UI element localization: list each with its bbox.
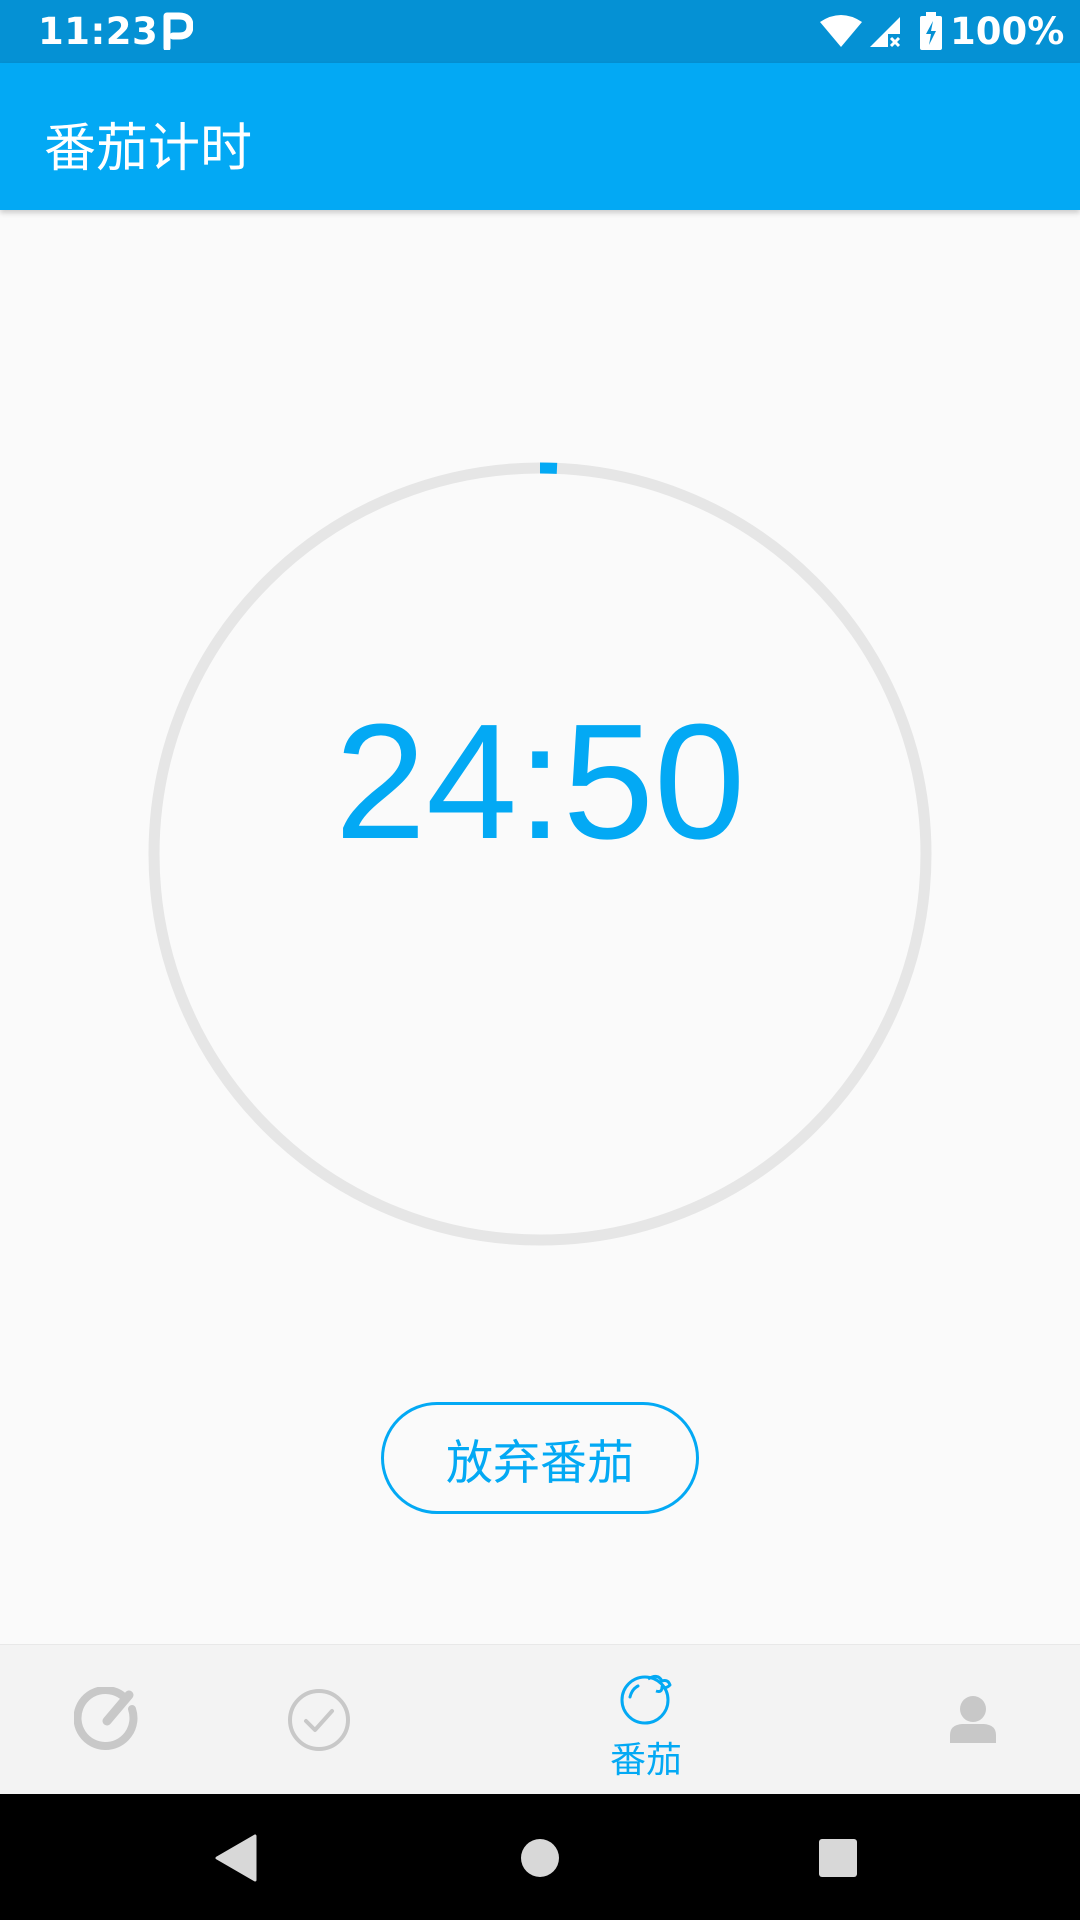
nav-item-tasks[interactable] — [258, 1645, 382, 1795]
focus-dial-icon — [73, 1686, 140, 1757]
status-bar: 11:23 100% — [0, 0, 1080, 63]
tomato-icon — [618, 1671, 676, 1729]
parking-icon — [163, 12, 194, 52]
nav-label-tomato: 番茄 — [609, 1740, 682, 1781]
check-circle-icon — [286, 1687, 352, 1757]
wifi-icon — [820, 14, 862, 52]
signal-icon — [868, 14, 902, 52]
give-up-button[interactable]: 放弃番茄 — [381, 1402, 699, 1514]
page-title: 番茄计时 — [44, 119, 253, 179]
bottom-nav: 番茄 — [0, 1644, 1080, 1794]
app-bar: 番茄计时 — [0, 63, 1080, 210]
status-icons: 100% — [820, 0, 1080, 63]
battery-percent: 100% — [950, 10, 1065, 53]
home-icon[interactable] — [520, 1838, 560, 1882]
nav-item-profile[interactable] — [920, 1645, 1028, 1795]
recents-icon[interactable] — [818, 1838, 858, 1882]
nav-item-tomato[interactable]: 番茄 — [580, 1645, 712, 1795]
status-time: 11:23 — [38, 10, 159, 53]
person-icon — [950, 1695, 996, 1747]
timer-display: 24:50 — [334, 690, 746, 873]
battery-charging-icon — [920, 12, 942, 54]
system-nav-bar — [0, 1794, 1080, 1920]
nav-item-focus[interactable] — [46, 1645, 166, 1795]
back-icon[interactable] — [215, 1834, 259, 1886]
